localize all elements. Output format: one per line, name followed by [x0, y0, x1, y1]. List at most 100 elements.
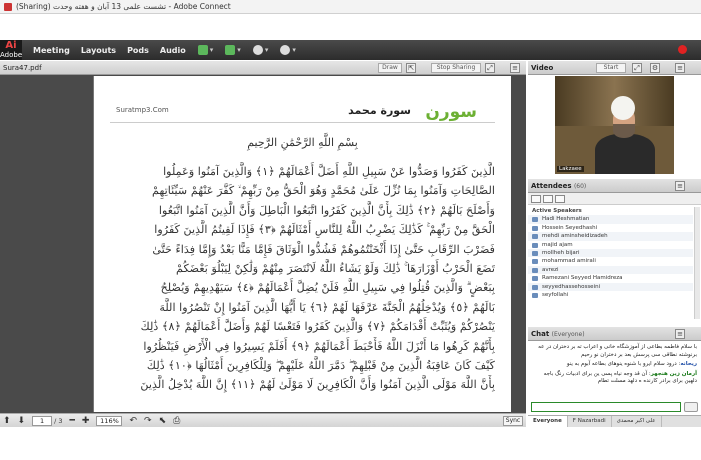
- list-view-icon[interactable]: [531, 195, 541, 203]
- video-pod-header: Video Start ⤢ ⚙ ≡: [528, 61, 701, 75]
- chat-pod-menu-icon[interactable]: ≡: [675, 329, 685, 339]
- attendee-row[interactable]: mehdi aminsheidizadeh: [528, 232, 693, 241]
- video-area: Lakzaee: [528, 75, 701, 177]
- breakout-view-icon[interactable]: [555, 195, 565, 203]
- verse-line: الصَّالِحَاتِ وَآمَنُوا بِمَا نُزِّلَ عَ…: [152, 184, 495, 198]
- verse-line: كَيْفَ كَانَ عَاقِبَةُ الَّذِينَ مِنْ قَ…: [146, 359, 495, 373]
- user-icon: [532, 242, 538, 248]
- video-settings-icon[interactable]: ⚙: [650, 63, 660, 73]
- adobe-connect-app-icon: [4, 2, 12, 11]
- verse-line: بِبَعْضٍ ۗ وَالَّذِينَ قُتِلُوا فِي سَبِ…: [160, 281, 495, 295]
- sync-button[interactable]: Sync: [503, 416, 523, 426]
- send-message-icon[interactable]: [684, 402, 698, 412]
- grid-view-icon[interactable]: [543, 195, 553, 203]
- chat-message: ریحانه: درود سلام ایرو با شنوه ینوهای بط…: [566, 361, 697, 367]
- page-number-input[interactable]: 1: [32, 415, 53, 426]
- zoom-out-icon[interactable]: ━: [70, 416, 75, 426]
- presenter-video: Lakzaee: [555, 76, 674, 174]
- stop-sharing-button[interactable]: Stop Sharing: [431, 63, 481, 73]
- draw-button[interactable]: Draw: [378, 63, 402, 73]
- menu-meeting[interactable]: Meeting: [33, 46, 70, 55]
- chat-input[interactable]: [531, 402, 681, 412]
- zoom-level-select[interactable]: 116%: [96, 415, 123, 426]
- menu-pods[interactable]: Pods: [127, 46, 149, 55]
- undo-icon[interactable]: ↶: [129, 416, 137, 426]
- verse-line: فَضَرْبَ الرِّقَابِ حَتَّىٰ إِذَا أَثْخَ…: [152, 242, 495, 256]
- pod-menu-icon[interactable]: ≡: [510, 63, 520, 73]
- user-icon: [532, 259, 538, 265]
- pdf-page: Suratmp3.Com سورة محمد سورن بِسْمِ اللَّ…: [93, 76, 511, 412]
- attendee-view-toolbar: [528, 193, 701, 205]
- chat-pod-header: Chat (Everyone) ≡: [528, 327, 701, 341]
- chat-message: با سلام فاطمه بطاعی از آموزشگاه خانی و ا…: [538, 344, 697, 358]
- attendees-pod-menu-icon[interactable]: ≡: [675, 181, 685, 191]
- raise-hand-control[interactable]: ▾: [280, 45, 296, 55]
- speaker-icon: [197, 45, 208, 55]
- document-toolbar: ⬆ ⬇ 1 / 3 ━ ✚ 116% ↶ ↷ ⬉ ⎙ Sync: [0, 413, 526, 427]
- attendee-row[interactable]: Hossein Seyedhashi: [528, 224, 693, 232]
- window-bottom-margin: [0, 427, 701, 460]
- verse-line: وَأَصْلَحَ بَالَهُمْ ﴿٢﴾ ذَٰلِكَ بِأَنَّ…: [158, 203, 495, 217]
- maximize-video-icon[interactable]: ⤢: [632, 63, 642, 73]
- menu-audio[interactable]: Audio: [160, 46, 186, 55]
- attendee-row[interactable]: majid ajam: [528, 241, 693, 249]
- maximize-pod-icon[interactable]: ⤢: [485, 63, 495, 73]
- attendee-row[interactable]: Hadi Heshmatian: [528, 215, 693, 224]
- attendees-pod-header: Attendees (60) ≡: [528, 179, 701, 193]
- chat-tab-private-1[interactable]: F Nazarbadi: [568, 416, 612, 427]
- recording-indicator-icon[interactable]: [678, 45, 687, 54]
- attendee-row[interactable]: Ramezani Seyyed Hamidreza: [528, 274, 693, 282]
- chat-tab-private-2[interactable]: علی اکبر محمدی: [612, 416, 662, 427]
- user-icon: [532, 293, 538, 298]
- user-icon: [532, 276, 538, 282]
- verse-line: بَالَهُمْ ﴿٥﴾ وَيُدْخِلُهُمُ الْجَنَّةَ …: [159, 300, 495, 314]
- sooreh-logo: سورن: [425, 102, 477, 122]
- attendees-pod-title: Attendees (60): [531, 182, 587, 190]
- page-total: / 3: [54, 416, 63, 425]
- verse-line: الَّذِينَ كَفَرُوا وَصَدُّوا عَنْ سَبِيل…: [163, 165, 495, 178]
- menu-layouts[interactable]: Layouts: [81, 46, 116, 55]
- verse-line: بِأَنَّ اللَّهَ مَوْلَى الَّذِينَ آمَنُو…: [140, 378, 495, 392]
- attendee-scrollbar[interactable]: [694, 207, 700, 319]
- surah-title: سورة محمد: [348, 104, 411, 117]
- chat-message: آرمان زین هنجهر: آن قد وجه نیاه پسی ین ب…: [543, 370, 697, 385]
- share-pod-header: Sura47.pdf Draw ⇱ Stop Sharing ⤢ ≡: [0, 61, 526, 75]
- active-speakers-group[interactable]: Active Speakers: [528, 207, 693, 215]
- chat-pod-title: Chat (Everyone): [531, 330, 585, 338]
- microphone-control[interactable]: ▾: [225, 45, 241, 55]
- status-icon: [280, 45, 291, 55]
- video-pod-title: Video: [531, 64, 554, 72]
- chat-messages: با سلام فاطمه بطاعی از آموزشگاه خانی و ا…: [528, 341, 701, 401]
- print-icon[interactable]: ⎙: [173, 416, 180, 426]
- attendee-row[interactable]: mollheh bijari: [528, 249, 693, 258]
- webcam-icon: [252, 45, 263, 55]
- attendee-row[interactable]: seyyedhassehosseini: [528, 282, 693, 291]
- chat-tab-everyone[interactable]: Everyone: [528, 416, 568, 427]
- window-title: (Sharing) تشست علمی 13 آبان و هفته وحدت …: [16, 2, 231, 11]
- presenter-name: Lakzaee: [557, 166, 584, 172]
- webcam-control[interactable]: ▾: [252, 45, 268, 55]
- microphone-icon: [225, 45, 236, 55]
- speaker-control[interactable]: ▾: [197, 45, 213, 55]
- video-pod-menu-icon[interactable]: ≡: [675, 63, 685, 73]
- start-webcam-button[interactable]: Start: [596, 63, 626, 73]
- fullscreen-icon[interactable]: ⇱: [406, 63, 416, 73]
- attendee-row[interactable]: seyfollahi: [528, 291, 693, 299]
- site-url: Suratmp3.Com: [116, 106, 169, 114]
- select-tool-icon[interactable]: ⬉: [159, 416, 167, 426]
- user-icon: [532, 225, 538, 231]
- attendee-row[interactable]: avrezi: [528, 265, 693, 275]
- redo-icon[interactable]: ↷: [144, 416, 152, 426]
- menu-bar: Meeting Layouts Pods Audio ▾ ▾ ▾ ▾: [0, 40, 701, 60]
- header-divider: [110, 122, 495, 123]
- previous-page-icon[interactable]: ⬆: [3, 416, 11, 426]
- bismillah: بِسْمِ اللَّهِ الرَّحْمَٰنِ الرَّحِيمِ: [247, 136, 358, 149]
- turban: [611, 96, 635, 120]
- attendee-list: Active Speakers Hadi Heshmatian Hossein …: [528, 193, 701, 320]
- attendee-row[interactable]: mohammad amirali: [528, 257, 693, 265]
- window-title-bar: (Sharing) تشست علمی 13 آبان و هفته وحدت …: [0, 0, 701, 14]
- user-icon: [532, 217, 538, 223]
- zoom-in-icon[interactable]: ✚: [82, 416, 90, 426]
- verse-line: بِأَنَّهُمْ كَرِهُوا مَا أَنْزَلَ اللَّه…: [143, 339, 495, 353]
- next-page-icon[interactable]: ⬇: [18, 416, 26, 426]
